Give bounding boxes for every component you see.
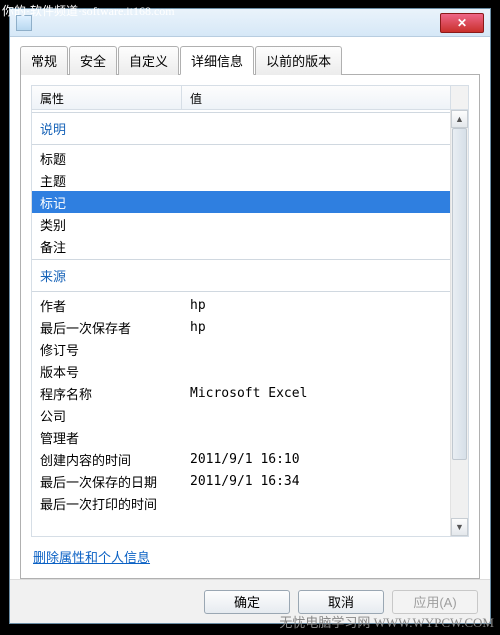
section-divider bbox=[32, 144, 450, 145]
watermark-top: 你的·软件频道·software.it168.com bbox=[2, 2, 175, 19]
prop-value bbox=[182, 156, 450, 160]
section-divider bbox=[32, 112, 450, 113]
tab-panel-details: 属性 值 说明 标题 主题 标记 类别 备注 来源 bbox=[20, 75, 480, 579]
prop-label: 类别 bbox=[32, 213, 182, 236]
table-row[interactable]: 最后一次保存的日期2011/9/1 16:34 bbox=[32, 470, 450, 492]
tab-general[interactable]: 常规 bbox=[20, 46, 68, 75]
prop-label: 备注 bbox=[32, 235, 182, 258]
prop-value bbox=[182, 435, 450, 439]
section-divider bbox=[32, 291, 450, 292]
watermark-bottom: 无忧电脑学习网 WWW.WYPCW.COM bbox=[279, 612, 494, 631]
cancel-button[interactable]: 取消 bbox=[298, 590, 384, 614]
table-row[interactable]: 类别 bbox=[32, 213, 450, 235]
vertical-scrollbar[interactable]: ▲ ▼ bbox=[450, 110, 468, 536]
column-property[interactable]: 属性 bbox=[32, 86, 182, 109]
prop-label: 创建内容的时间 bbox=[32, 448, 182, 471]
scroll-up-button[interactable]: ▲ bbox=[451, 110, 468, 128]
close-icon: ✕ bbox=[457, 16, 467, 30]
prop-label: 管理者 bbox=[32, 426, 182, 449]
table-row[interactable]: 标题 bbox=[32, 147, 450, 169]
prop-value bbox=[182, 200, 450, 204]
table-row[interactable]: 备注 bbox=[32, 235, 450, 257]
table-row[interactable]: 管理者 bbox=[32, 426, 450, 448]
section-description: 说明 bbox=[32, 115, 450, 142]
ok-button[interactable]: 确定 bbox=[204, 590, 290, 614]
tab-previous-versions[interactable]: 以前的版本 bbox=[255, 46, 342, 75]
prop-value: Microsoft Excel bbox=[182, 384, 450, 403]
prop-label: 最后一次保存的日期 bbox=[32, 470, 182, 493]
table-row[interactable]: 最后一次打印的时间 bbox=[32, 492, 450, 514]
tab-custom[interactable]: 自定义 bbox=[118, 46, 179, 75]
chevron-down-icon: ▼ bbox=[455, 522, 464, 532]
table-row[interactable]: 公司 bbox=[32, 404, 450, 426]
prop-label: 主题 bbox=[32, 169, 182, 192]
prop-value: 2011/9/1 16:34 bbox=[182, 472, 450, 491]
apply-button: 应用(A) bbox=[392, 590, 478, 614]
table-row[interactable]: 作者hp bbox=[32, 294, 450, 316]
section-source: 来源 bbox=[32, 262, 450, 289]
list-body: 说明 标题 主题 标记 类别 备注 来源 作者hp 最后一次保存者hp 修订号 … bbox=[32, 110, 468, 536]
prop-label: 标记 bbox=[32, 191, 182, 214]
prop-value bbox=[182, 347, 450, 351]
prop-value: hp bbox=[182, 318, 450, 337]
table-row[interactable]: 标记 bbox=[32, 191, 450, 213]
prop-label: 修订号 bbox=[32, 338, 182, 361]
chevron-up-icon: ▲ bbox=[455, 114, 464, 124]
prop-label: 最后一次保存者 bbox=[32, 316, 182, 339]
prop-label: 程序名称 bbox=[32, 382, 182, 405]
section-divider bbox=[32, 259, 450, 260]
scroll-thumb[interactable] bbox=[452, 128, 467, 460]
list-rows: 说明 标题 主题 标记 类别 备注 来源 作者hp 最后一次保存者hp 修订号 … bbox=[32, 110, 450, 536]
prop-label: 最后一次打印的时间 bbox=[32, 492, 182, 515]
tab-bar: 常规 安全 自定义 详细信息 以前的版本 bbox=[20, 45, 480, 75]
table-row[interactable]: 主题 bbox=[32, 169, 450, 191]
list-header: 属性 值 bbox=[32, 86, 468, 110]
prop-value bbox=[182, 413, 450, 417]
prop-value bbox=[182, 244, 450, 248]
tab-details[interactable]: 详细信息 bbox=[180, 46, 254, 75]
scroll-down-button[interactable]: ▼ bbox=[451, 518, 468, 536]
prop-label: 作者 bbox=[32, 294, 182, 317]
prop-value bbox=[182, 501, 450, 505]
dialog-content: 常规 安全 自定义 详细信息 以前的版本 属性 值 说明 标题 bbox=[10, 37, 490, 579]
prop-value bbox=[182, 222, 450, 226]
prop-label: 公司 bbox=[32, 404, 182, 427]
column-value[interactable]: 值 bbox=[182, 86, 450, 109]
prop-value bbox=[182, 178, 450, 182]
remove-properties-link-row: 删除属性和个人信息 bbox=[31, 537, 469, 570]
tab-security[interactable]: 安全 bbox=[69, 46, 117, 75]
properties-dialog: ✕ 常规 安全 自定义 详细信息 以前的版本 属性 值 说明 bbox=[9, 8, 491, 624]
scroll-track[interactable] bbox=[451, 128, 468, 518]
table-row[interactable]: 最后一次保存者hp bbox=[32, 316, 450, 338]
prop-label: 标题 bbox=[32, 147, 182, 170]
prop-label: 版本号 bbox=[32, 360, 182, 383]
column-scroll-spacer bbox=[450, 86, 468, 109]
table-row[interactable]: 版本号 bbox=[32, 360, 450, 382]
prop-value: 2011/9/1 16:10 bbox=[182, 450, 450, 469]
table-row[interactable]: 创建内容的时间2011/9/1 16:10 bbox=[32, 448, 450, 470]
table-row[interactable]: 修订号 bbox=[32, 338, 450, 360]
prop-value bbox=[182, 369, 450, 373]
property-list: 属性 值 说明 标题 主题 标记 类别 备注 来源 bbox=[31, 85, 469, 537]
remove-properties-link[interactable]: 删除属性和个人信息 bbox=[33, 550, 150, 565]
prop-value: hp bbox=[182, 296, 450, 315]
close-button[interactable]: ✕ bbox=[440, 13, 484, 33]
table-row[interactable]: 程序名称Microsoft Excel bbox=[32, 382, 450, 404]
